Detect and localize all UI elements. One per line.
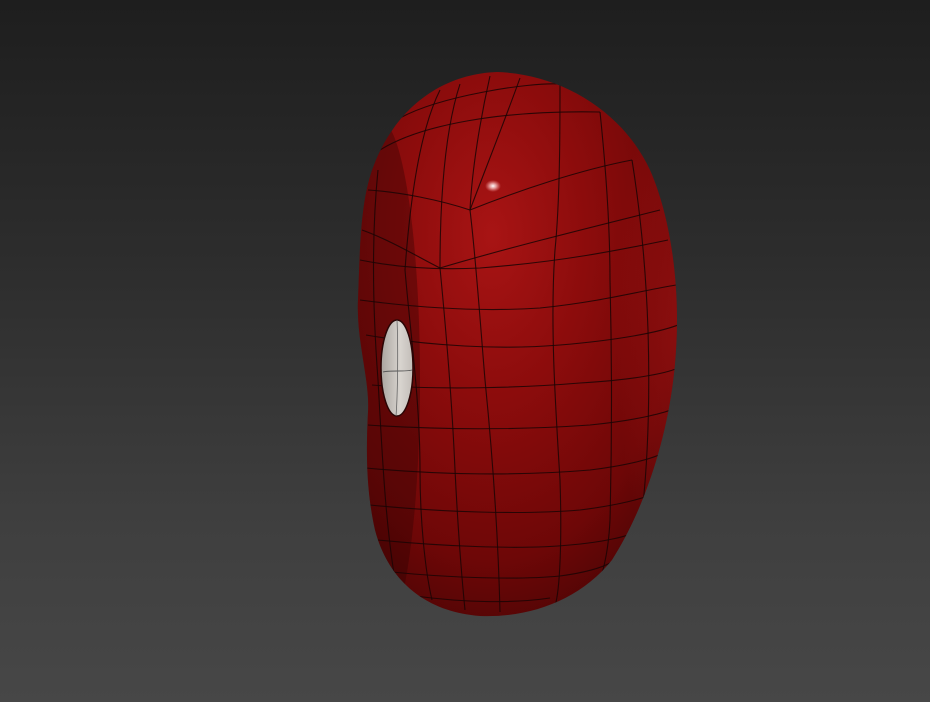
3d-viewport[interactable] bbox=[0, 0, 930, 702]
viewport-scene bbox=[340, 72, 700, 640]
bean-hole[interactable] bbox=[380, 319, 414, 417]
bean-model[interactable] bbox=[340, 72, 700, 640]
specular-highlight bbox=[485, 180, 501, 192]
